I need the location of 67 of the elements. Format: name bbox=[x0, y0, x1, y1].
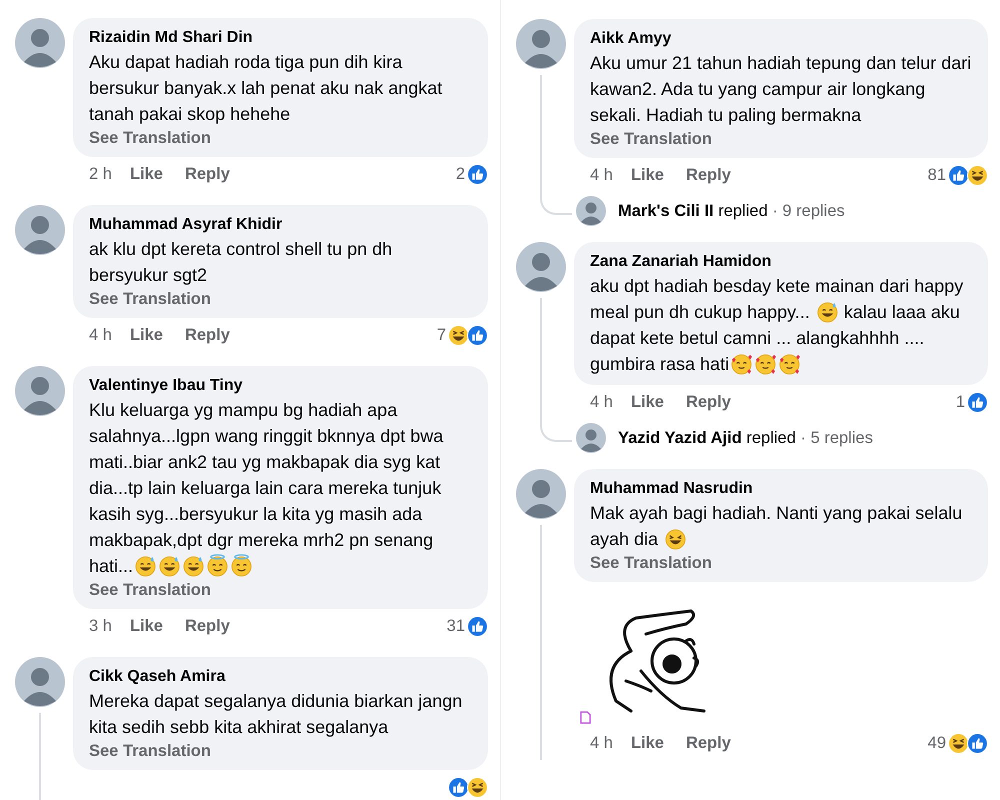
author-name[interactable]: Aikk Amyy bbox=[590, 28, 972, 50]
reply-link[interactable]: Reply bbox=[686, 392, 731, 412]
avatar[interactable] bbox=[516, 242, 566, 292]
reply-link[interactable]: Reply bbox=[184, 164, 230, 184]
comment-time: 4 h bbox=[590, 734, 613, 752]
reply-link[interactable]: Reply bbox=[686, 734, 731, 752]
like-reaction-icon[interactable] bbox=[967, 732, 988, 754]
like-link[interactable]: Like bbox=[130, 164, 163, 184]
avatar[interactable] bbox=[516, 19, 566, 69]
replies-summary-link[interactable]: Yazid Yazid Ajid replied · 5 replies bbox=[618, 428, 873, 448]
see-translation-link[interactable]: See Translation bbox=[89, 288, 472, 310]
reply-link[interactable]: Reply bbox=[184, 326, 230, 344]
comment-text: Aku umur 21 tahun hadiah tepung dan telur dari kawan2. Ada tu yang campur air longkang sekali. Hadiah tu paling bermakna bbox=[590, 52, 972, 127]
avatar[interactable] bbox=[576, 423, 606, 453]
reply-link[interactable]: Reply bbox=[184, 616, 230, 636]
see-translation-link[interactable]: See Translation bbox=[89, 127, 472, 149]
comment-text: aku dpt hadiah besday kete mainan dari happy meal pun dh cukup happy... kalau laaa aku dapat kete betul camni ... alangkahhhh .... gumbira rasa hati bbox=[590, 275, 964, 377]
comment-time: 3 h bbox=[89, 616, 112, 636]
like-link[interactable]: Like bbox=[630, 392, 664, 412]
haha-reaction-icon[interactable] bbox=[967, 164, 988, 186]
comment-time: 2 h bbox=[89, 164, 112, 184]
reaction-count: 1 bbox=[956, 392, 965, 412]
see-translation-link[interactable]: See Translation bbox=[590, 128, 972, 150]
reply-link[interactable]: Reply bbox=[686, 166, 731, 184]
like-link[interactable]: Like bbox=[630, 734, 664, 752]
like-reaction-icon[interactable] bbox=[467, 164, 488, 184]
author-name[interactable]: Zana Zanariah Hamidon bbox=[590, 251, 972, 273]
see-translation-link[interactable]: See Translation bbox=[590, 552, 972, 574]
haha-reaction-icon[interactable] bbox=[948, 732, 969, 754]
see-translation-link[interactable]: See Translation bbox=[89, 579, 472, 601]
haha-reaction-icon[interactable] bbox=[467, 776, 488, 798]
like-link[interactable]: Like bbox=[130, 326, 163, 344]
like-link[interactable]: Like bbox=[630, 166, 664, 184]
like-reaction-icon[interactable] bbox=[448, 776, 469, 798]
author-name[interactable]: Cikk Qaseh Amira bbox=[89, 666, 472, 688]
comment-text: Klu keluarga yg mampu bg hadiah apa salahnya...lgpn wang ringgit bknnya dpt bwa mati..biar ank2 tau yg makbapak dia syg kat dia...tp lain keluarga lain cara mereka tunjuk kasih syg...bersyukur la kita yg masih ada makbapak,dpt dgr mereka mrh2 pn senang hati... bbox=[89, 399, 444, 579]
reaction-count: 81 bbox=[928, 166, 946, 184]
author-name[interactable]: Valentinye Ibau Tiny bbox=[89, 375, 472, 397]
haha-reaction-icon[interactable] bbox=[448, 324, 469, 346]
like-reaction-icon[interactable] bbox=[948, 164, 969, 186]
avatar[interactable] bbox=[15, 657, 65, 707]
see-translation-link[interactable]: See Translation bbox=[89, 740, 472, 762]
avatar[interactable] bbox=[15, 366, 65, 416]
comment-text: Mereka dapat segalanya didunia biarkan jangn kita sedih sebb kita akhirat segalanya bbox=[89, 690, 464, 739]
reaction-count: 7 bbox=[436, 326, 446, 344]
reaction-count: 49 bbox=[928, 734, 946, 752]
author-name[interactable]: Muhammad Asyraf Khidir bbox=[89, 214, 472, 236]
comment-text: Aku dapat hadiah roda tiga pun dih kira bersukur banyak.x lah penat aku nak angkat tanah pakai skop hehehe bbox=[89, 51, 444, 126]
comment-time: 4 h bbox=[590, 392, 613, 412]
comment-text: Mak ayah bagi hadiah. Nanti yang pakai selalu ayah dia bbox=[590, 502, 964, 552]
replies-summary-link[interactable]: Mark's Cili II replied · 9 replies bbox=[618, 202, 845, 220]
avatar[interactable] bbox=[576, 196, 606, 226]
like-reaction-icon[interactable] bbox=[467, 616, 488, 636]
avatar[interactable] bbox=[15, 18, 65, 68]
reaction-count: 2 bbox=[456, 164, 465, 184]
reaction-count: 31 bbox=[446, 616, 465, 636]
comment-time: 4 h bbox=[89, 326, 112, 344]
like-reaction-icon[interactable] bbox=[467, 324, 488, 346]
avatar[interactable] bbox=[15, 205, 65, 255]
author-name[interactable]: Muhammad Nasrudin bbox=[590, 478, 972, 500]
comment-time: 4 h bbox=[590, 166, 613, 184]
author-name[interactable]: Rizaidin Md Shari Din bbox=[89, 27, 472, 49]
avatar[interactable] bbox=[516, 469, 566, 519]
file-icon bbox=[580, 711, 591, 724]
like-link[interactable]: Like bbox=[130, 616, 163, 636]
like-reaction-icon[interactable] bbox=[967, 392, 988, 412]
comment-text: ak klu dpt kereta control shell tu pn dh bersyukur sgt2 bbox=[89, 238, 394, 287]
